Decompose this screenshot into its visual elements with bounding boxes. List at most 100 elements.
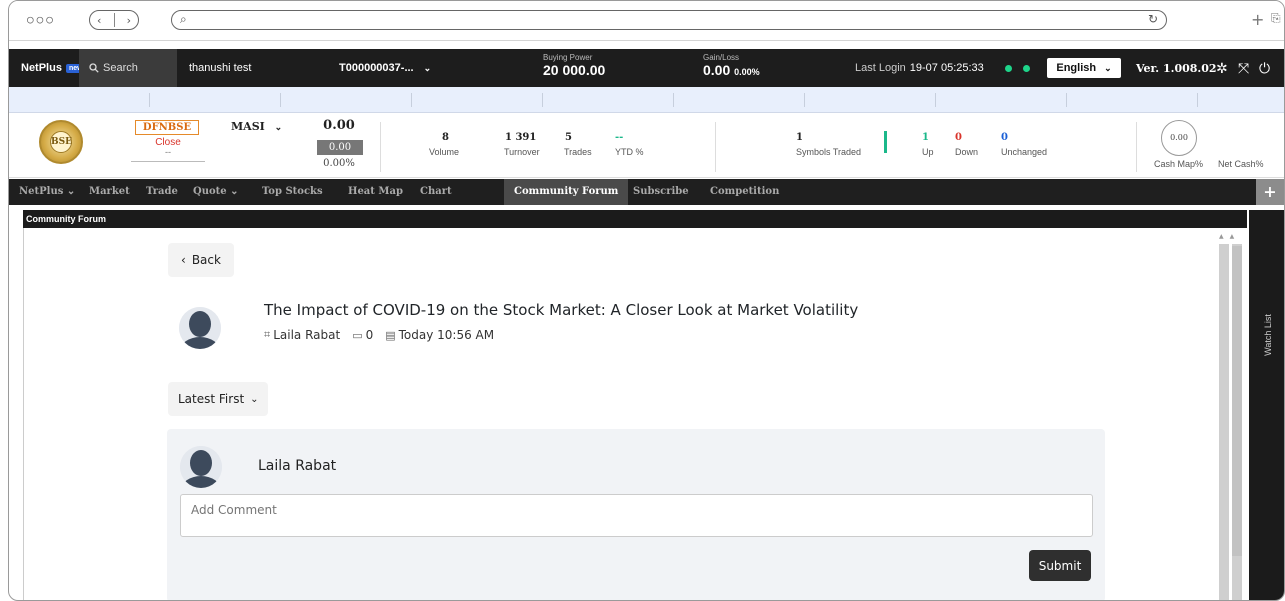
nav-quote[interactable]: Quote ⌄ <box>193 179 239 205</box>
buying-power-label: Buying Power <box>543 53 593 62</box>
sort-select[interactable]: Latest First ⌄ <box>168 382 268 416</box>
search-label: Search <box>103 62 138 74</box>
user-silhouette-icon <box>180 446 222 488</box>
nav-subscribe[interactable]: Subscribe <box>633 179 689 205</box>
address-bar[interactable]: ⌕ ↻ <box>171 10 1167 30</box>
price-status-dot <box>1023 65 1030 72</box>
post-author[interactable]: ⌗ Laila Rabat <box>264 328 340 342</box>
submit-button[interactable]: Submit <box>1029 550 1091 581</box>
market-selector[interactable]: DFNBSE Close -- <box>131 120 205 168</box>
user-name[interactable]: thanushi test <box>189 49 251 87</box>
post-time-value: Today 10:56 AM <box>398 328 495 342</box>
global-search[interactable]: Search <box>79 49 177 87</box>
volume-label: Volume <box>429 147 460 157</box>
market-status-sub: -- <box>131 148 205 162</box>
cash-map-gauge: 0.00 <box>1161 120 1197 156</box>
add-widget-icon[interactable]: + <box>1256 179 1284 205</box>
nav-community-forum[interactable]: Community Forum <box>504 179 629 205</box>
last-login: Last Login 19-07 05:25:33 <box>855 49 984 87</box>
search-icon: ⌕ <box>180 12 187 26</box>
power-icon[interactable]: ⏻ <box>1259 60 1270 77</box>
window-controls[interactable]: ○○○ <box>27 13 56 26</box>
account-selector[interactable]: T000000037-... ⌄ <box>339 49 431 87</box>
watch-list-tab[interactable]: Watch List <box>1249 300 1284 370</box>
watch-list-label: Watch List <box>1262 314 1273 356</box>
summary-divider <box>715 122 716 172</box>
chevron-down-icon: ⌄ <box>274 123 283 133</box>
nav-top-stocks[interactable]: Top Stocks <box>262 179 323 205</box>
chevron-down-icon: ⌄ <box>1104 62 1112 73</box>
ticker-divider <box>1197 93 1198 107</box>
scrollbar-track[interactable] <box>1219 244 1229 600</box>
market-status: Close <box>155 137 181 148</box>
buying-power-value: 20 000.00 <box>543 62 606 78</box>
commenter-avatar <box>180 446 222 488</box>
scroll-up-arrows[interactable]: ▲▲ <box>1219 233 1241 240</box>
buying-power: Buying Power 20 000.00 <box>543 53 605 78</box>
market-symbol: DFNBSE <box>135 120 199 135</box>
tag-icon: ⌗ <box>264 328 271 341</box>
summary-divider <box>1136 122 1137 172</box>
author-avatar[interactable] <box>179 307 221 349</box>
turnover-value: 1 391 <box>505 132 537 143</box>
brand[interactable]: NetPlus new <box>21 49 86 87</box>
nav-netplus[interactable]: NetPlus ⌄ <box>19 179 75 205</box>
up-label: Up <box>922 147 934 157</box>
ticker-divider <box>542 93 543 107</box>
browser-window: ○○○ ‹ › ⌕ ↻ + ⎘ NetPlus new Search thanu… <box>8 0 1285 601</box>
exchange-logo-text: BSE <box>50 131 72 153</box>
index-change: 0.00 <box>317 140 363 155</box>
gain-loss: Gain/Loss 0.00 0.00% <box>703 53 760 78</box>
back-arrow-icon[interactable]: ‹ <box>95 14 103 27</box>
up-value: 1 <box>922 132 929 143</box>
last-login-value: 19-07 05:25:33 <box>909 62 984 74</box>
scrollbar-thumb[interactable] <box>1232 246 1242 556</box>
symbols-traded-label: Symbols Traded <box>796 147 862 157</box>
ytd-value: -- <box>615 132 624 143</box>
chevron-down-icon: ⌄ <box>423 62 432 73</box>
version-label: Ver. 1.008.02 <box>1136 61 1217 75</box>
index-selector[interactable]: MASI ⌄ <box>231 120 282 133</box>
nav-divider <box>113 13 115 27</box>
watch-list-sidebar[interactable]: Watch List <box>1249 210 1284 600</box>
back-label: Back <box>191 253 221 267</box>
turnover-label: Turnover <box>504 147 540 157</box>
nav-trade[interactable]: Trade <box>146 179 178 205</box>
trades-label: Trades <box>564 147 592 157</box>
new-tab-icon[interactable]: + <box>1251 10 1264 29</box>
chevron-down-icon: ⌄ <box>66 186 76 197</box>
chevron-left-icon: ‹ <box>181 253 186 267</box>
gear-icon[interactable]: ✲ <box>1216 60 1228 77</box>
symbols-traded-value: 1 <box>796 132 803 143</box>
nav-market[interactable]: Market <box>89 179 130 205</box>
gain-loss-value-row: 0.00 0.00% <box>703 62 760 78</box>
comment-input[interactable] <box>180 494 1093 537</box>
account-id: T000000037-... <box>339 62 414 74</box>
gain-loss-value: 0.00 <box>703 62 731 78</box>
reload-icon[interactable]: ↻ <box>1148 12 1158 26</box>
index-pct: 0.00% <box>323 158 355 169</box>
post-comment-count: ▭ 0 <box>352 328 373 342</box>
chevron-down-icon: ⌄ <box>230 186 239 197</box>
nav-chart[interactable]: Chart <box>420 179 452 205</box>
share-icon[interactable]: ⎘ <box>1271 11 1281 26</box>
main-nav: NetPlus ⌄ Market Trade Quote ⌄ Top Stock… <box>9 179 1284 205</box>
ticker-divider <box>149 93 150 107</box>
advance-bar <box>884 131 887 153</box>
nav-heat-map[interactable]: Heat Map <box>348 179 403 205</box>
nav-quote-label: Quote <box>193 186 227 197</box>
back-button[interactable]: ‹ Back <box>168 243 234 277</box>
history-nav: ‹ › <box>89 10 139 30</box>
exchange-logo: BSE <box>39 120 83 164</box>
app-top-bar: NetPlus new Search thanushi test T000000… <box>9 49 1284 87</box>
post-time: ▤ Today 10:56 AM <box>385 328 494 342</box>
fullscreen-icon[interactable]: ⤧ <box>1238 60 1249 77</box>
cash-map-label: Cash Map% <box>1154 159 1204 169</box>
nav-competition[interactable]: Competition <box>710 179 779 205</box>
ticker-divider <box>673 93 674 107</box>
post-comments-value: 0 <box>365 328 374 342</box>
forward-arrow-icon[interactable]: › <box>125 14 133 27</box>
language-select[interactable]: English ⌄ <box>1047 58 1121 78</box>
unchanged-value: 0 <box>1001 132 1008 143</box>
calendar-icon: ▤ <box>385 328 396 342</box>
